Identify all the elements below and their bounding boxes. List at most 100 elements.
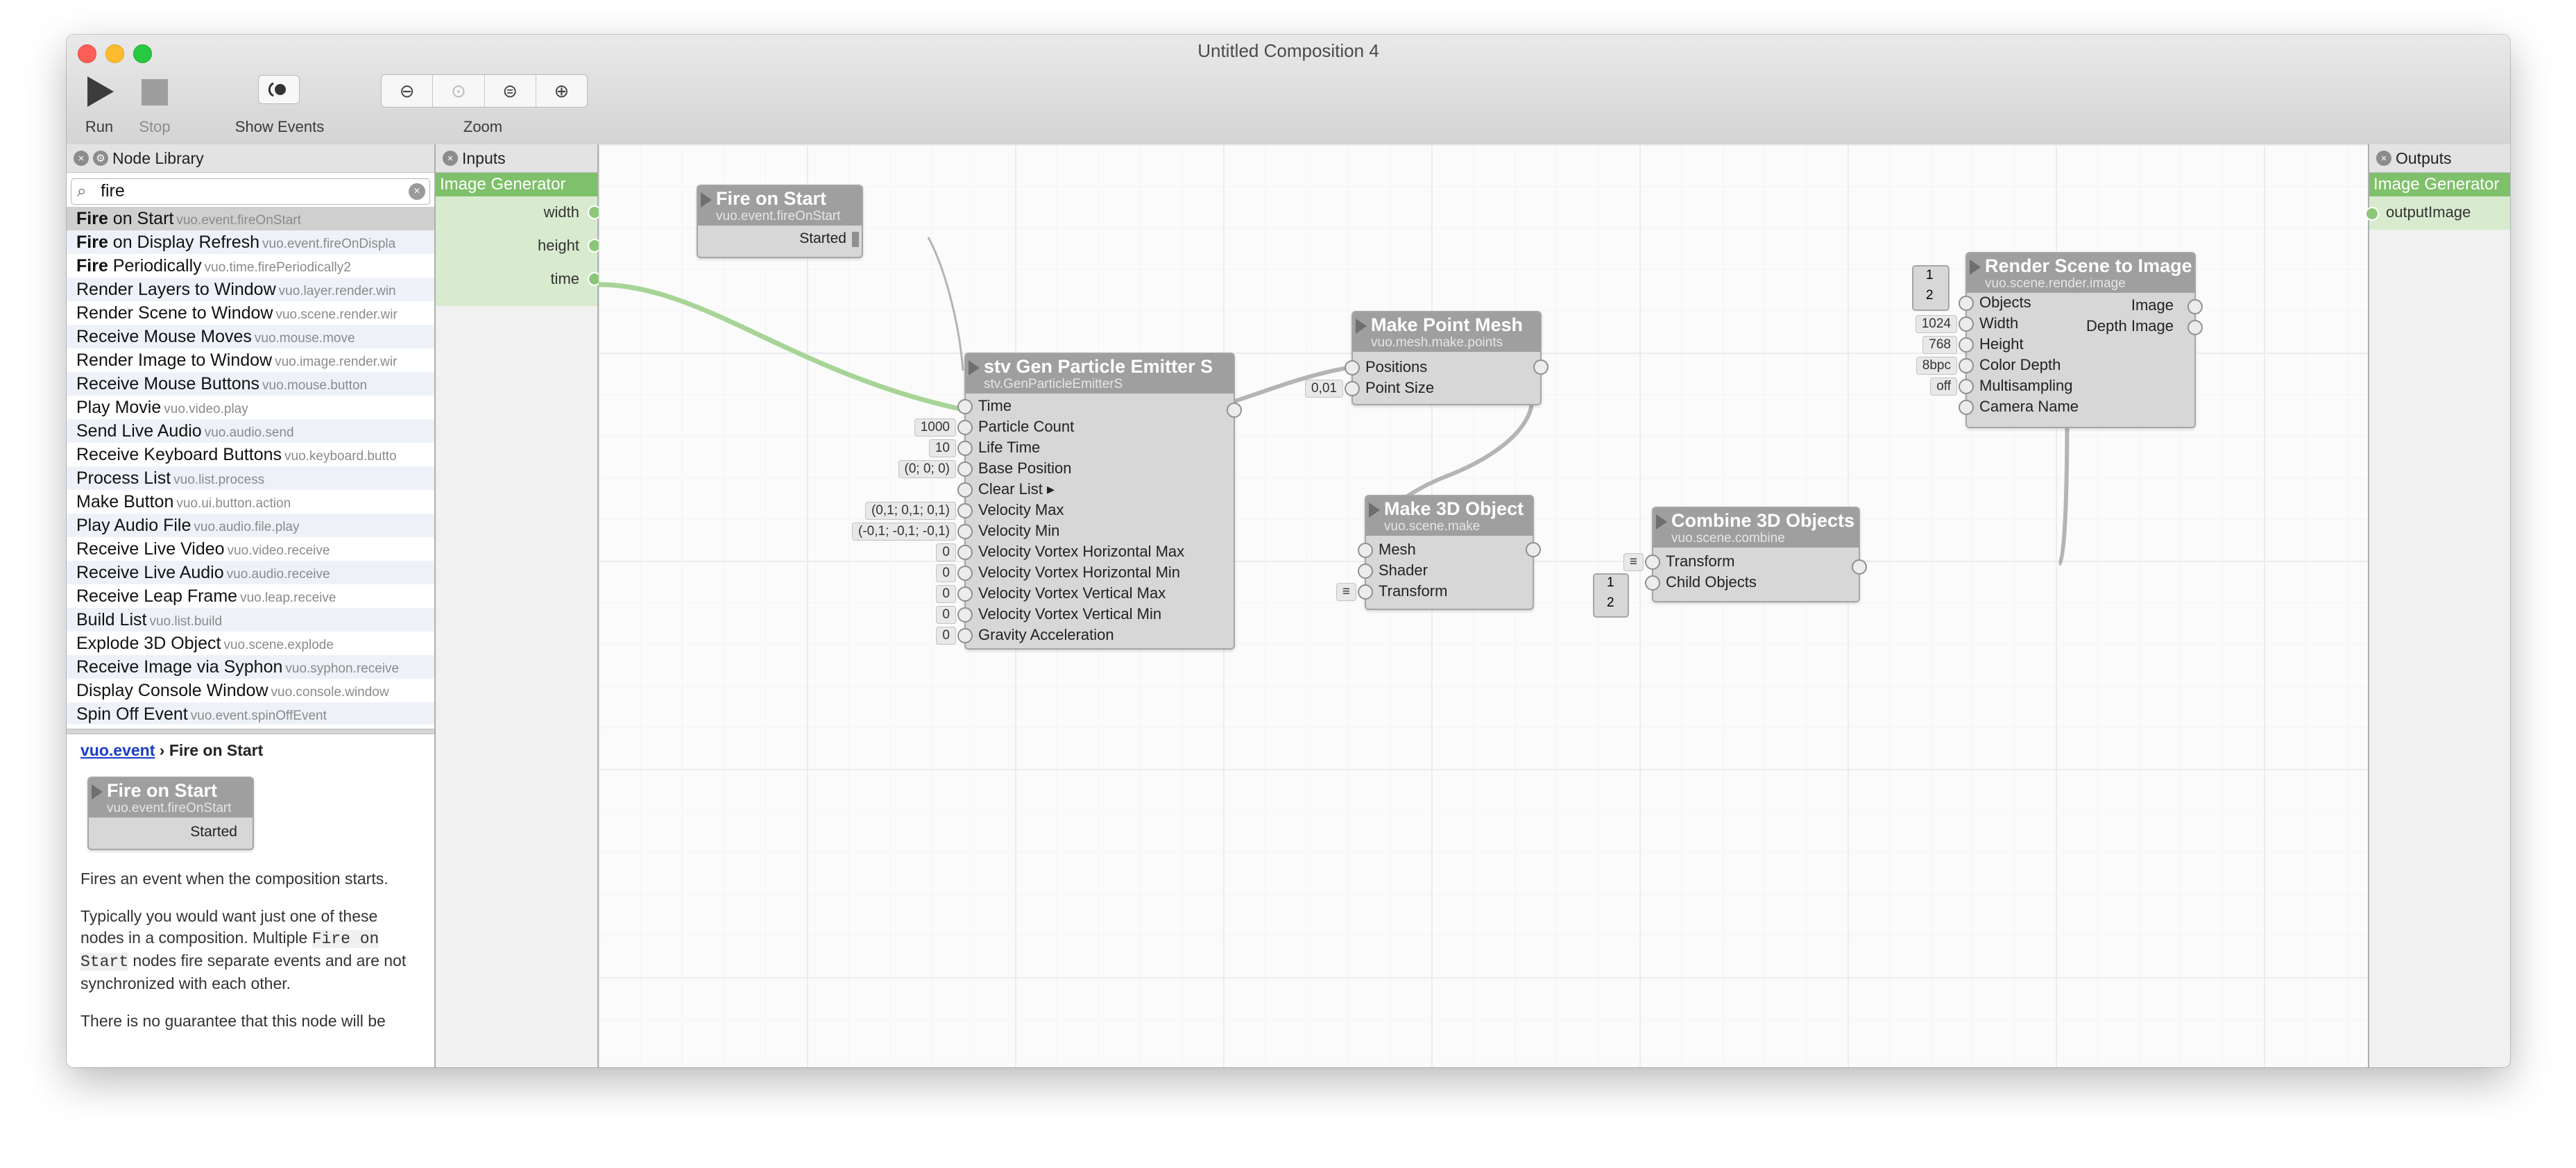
input-port-constant[interactable]: off [1930,378,1957,396]
input-port-dot[interactable] [1959,337,1974,353]
node-library-item[interactable]: Render Image to Window vuo.image.render.w… [67,348,434,372]
input-port-constant[interactable]: 1024 [1915,315,1957,333]
port-image-dot[interactable] [2187,299,2203,314]
input-port-dot[interactable] [957,462,973,477]
input-port-dot[interactable] [1645,555,1660,570]
show-events-button[interactable] [258,75,300,104]
input-port-dot[interactable] [1959,400,1974,415]
input-port-constant[interactable]: 0 [936,585,956,603]
input-port-dot[interactable] [1345,381,1360,396]
composition-canvas[interactable]: Fire on Start vuo.event.fireOnStart Star… [599,144,2368,1067]
zoom-out-button[interactable]: ⊖ [382,75,434,107]
zoom-actual-button[interactable]: ⊙ [433,75,485,107]
port-object-output-dot[interactable] [1526,542,1541,557]
node-library-item[interactable]: Send Live Audio vuo.audio.send [67,419,434,443]
input-port-constant[interactable]: 8bpc [1916,357,1957,375]
node-make-3d-object[interactable]: Make 3D Object vuo.scene.make Mesh Shader… [1336,495,1541,610]
node-render-scene-to-image[interactable]: Render Scene to Image vuo.scene.render.i… [1915,252,2203,428]
cable-time[interactable] [599,282,964,412]
cable-started[interactable] [927,237,964,371]
input-port-constant[interactable]: ≡ [1623,553,1644,571]
input-port-dot[interactable] [1358,543,1373,558]
input-port-dot[interactable] [957,566,973,581]
input-port-constant[interactable]: 0 [936,606,956,624]
zoom-in-button[interactable]: ⊕ [536,75,587,107]
node-library-item[interactable]: Make Button vuo.ui.button.action [67,490,434,514]
input-port-dot[interactable] [1358,564,1373,579]
node-library-item[interactable]: Receive Mouse Moves vuo.mouse.move [67,325,434,348]
input-port-dot[interactable] [957,441,973,456]
port-depth-image-dot[interactable] [2187,320,2203,335]
node-search-value[interactable]: fire [101,181,125,201]
node-library-item[interactable]: Explode 3D Object vuo.scene.explode [67,632,434,655]
input-port-dot[interactable] [957,399,973,414]
input-port-dot[interactable] [1959,296,1974,311]
close-panel-icon[interactable]: × [2376,151,2391,166]
input-port-dot[interactable] [957,545,973,560]
objects-list-drawer[interactable]: 1 2 [1912,265,1950,311]
node-library-item[interactable]: Fire Periodically vuo.time.firePeriodical… [67,254,434,278]
input-port-dot[interactable] [957,420,973,435]
input-port-constant[interactable]: 10 [928,439,956,457]
doc-crumb-link[interactable]: vuo.event [80,741,155,759]
input-port-dot[interactable] [957,586,973,602]
input-port-dot[interactable] [957,607,973,623]
port-combined-output-dot[interactable] [1852,559,1867,575]
node-library-item[interactable]: Play Audio File vuo.audio.file.play [67,514,434,537]
input-port-dot[interactable] [957,482,973,498]
input-port-dot[interactable] [1959,358,1974,373]
port-started-handle[interactable] [852,232,859,247]
doc-node-preview[interactable]: Fire on Start vuo.event.fireOnStart Star… [80,777,420,853]
node-library-item[interactable]: Receive Keyboard Buttons vuo.keyboard.but… [67,443,434,466]
input-port-constant[interactable]: ≡ [1336,583,1356,601]
node-combine-3d-objects[interactable]: Combine 3D Objects vuo.scene.combine Tra… [1623,507,1867,602]
input-port-dot[interactable] [1345,360,1360,375]
input-port-constant[interactable]: 0,01 [1305,380,1343,398]
node-library-item[interactable]: Render Layers to Window vuo.layer.render.… [67,278,434,301]
clear-search-icon[interactable]: × [409,183,425,200]
input-port-constant[interactable]: (-0,1; -0,1; -0,1) [852,523,956,541]
node-library-item[interactable]: Receive Live Video vuo.video.receive [67,537,434,561]
node-library-item[interactable]: Fire on Start vuo.event.fireOnStart [67,207,434,230]
input-port-constant[interactable]: 0 [936,627,956,645]
close-panel-icon[interactable]: × [74,151,89,166]
node-library-item[interactable]: Receive Image via Syphon vuo.syphon.recei… [67,655,434,679]
input-port-dot[interactable] [957,503,973,518]
input-port-constant[interactable]: 768 [1922,336,1957,354]
output-port-image-dot[interactable] [2365,207,2379,221]
zoom-to-fit-button[interactable]: ⊜ [485,75,536,107]
panel-splitter[interactable] [67,729,434,734]
node-library-item[interactable]: Play Movie vuo.video.play [67,396,434,419]
node-library-item[interactable]: Receive Leap Frame vuo.leap.receive [67,584,434,608]
child-objects-list-drawer[interactable]: 1 2 [1593,573,1629,618]
close-panel-icon[interactable]: × [443,151,458,166]
port-mesh-output-dot[interactable] [1533,359,1549,375]
node-library-item[interactable]: Receive Mouse Buttons vuo.mouse.button [67,372,434,396]
node-search-field[interactable]: ⌕ fire × [71,178,430,205]
input-port-constant[interactable]: 0 [936,564,956,582]
run-button[interactable] [83,74,117,110]
input-port-constant[interactable]: 0 [936,543,956,561]
node-make-point-mesh[interactable]: Make Point Mesh vuo.mesh.make.points Pos… [1305,311,1549,405]
node-library-item[interactable]: Receive Live Audio vuo.audio.receive [67,561,434,584]
node-gen-particle-emitter[interactable]: stv Gen Particle Emitter S stv.GenPartic… [852,353,1242,650]
node-fire-on-start[interactable]: Fire on Start vuo.event.fireOnStart Star… [697,185,863,258]
stop-button[interactable] [142,79,168,105]
input-port-constant[interactable]: 1000 [914,418,956,437]
input-port-dot[interactable] [1358,584,1373,600]
input-port-dot[interactable] [957,524,973,539]
input-port-constant[interactable]: (0,1; 0,1; 0,1) [864,502,956,520]
input-port-dot[interactable] [1959,316,1974,332]
node-library-item[interactable]: Render Scene to Window vuo.scene.render.w… [67,301,434,325]
node-library-item[interactable]: Display Console Window vuo.console.window [67,679,434,702]
node-library-item[interactable]: Fire on Display Refresh vuo.event.fireOnD… [67,230,434,254]
node-library-item[interactable]: Process List vuo.list.process [67,466,434,490]
input-port-dot[interactable] [1959,379,1974,394]
input-port-dot[interactable] [957,628,973,643]
port-particle-output-dot[interactable] [1227,403,1242,418]
node-library-item[interactable]: Build List vuo.list.build [67,608,434,632]
input-port-constant[interactable]: (0; 0; 0) [898,460,956,478]
gear-icon[interactable]: ⚙ [93,151,108,166]
node-library-item[interactable]: Spin Off Event vuo.event.spinOffEvent [67,702,434,725]
input-port-dot[interactable] [1645,575,1660,591]
